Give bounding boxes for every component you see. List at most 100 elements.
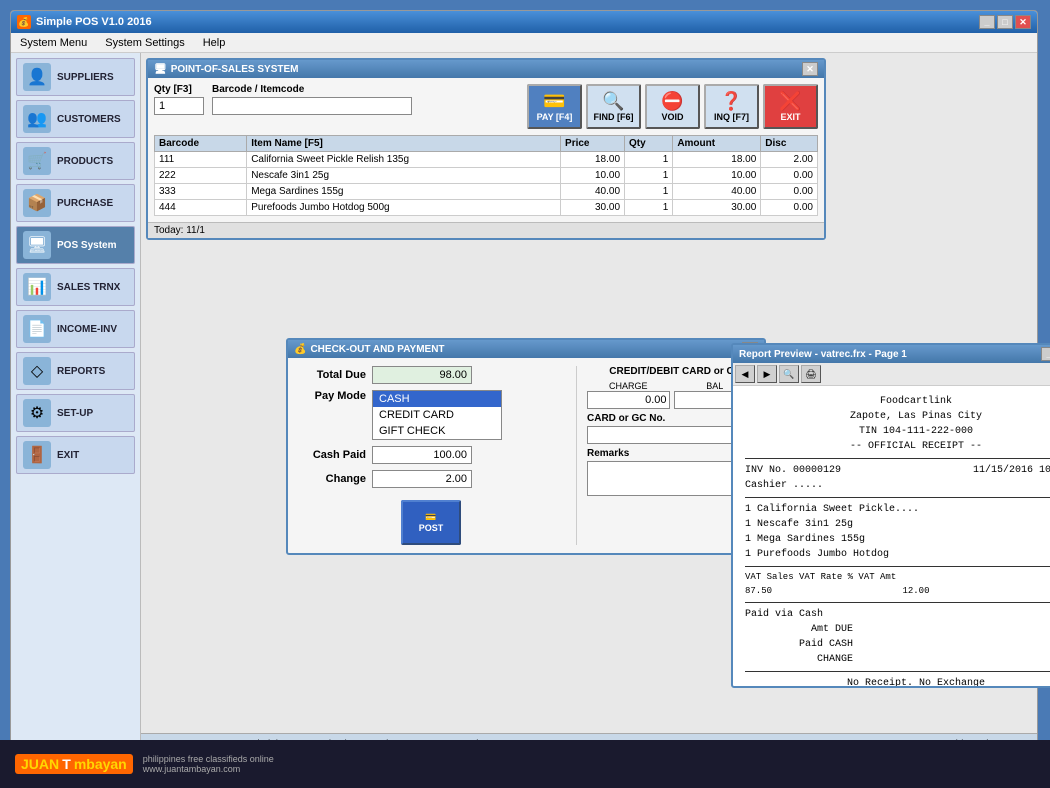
total-due-input[interactable] [372, 366, 472, 384]
menu-system[interactable]: System Menu [16, 36, 91, 50]
inq-button[interactable]: ❓ INQ [F7] [704, 84, 759, 129]
sidebar-item-purchase[interactable]: 📦 PURCHASE [16, 184, 135, 222]
sidebar-item-sales[interactable]: 📊 SALES TRNX [16, 268, 135, 306]
pay-mode-giftcheck[interactable]: GIFT CHECK [373, 423, 501, 439]
total-due-row: Total Due [296, 366, 566, 384]
report-scroll[interactable]: Foodcartlink Zapote, Las Pinas City TIN … [733, 386, 1050, 686]
col-barcode: Barcode [155, 136, 247, 152]
sidebar-item-income[interactable]: 📄 INCOME-INV [16, 310, 135, 348]
barcode-input[interactable] [212, 97, 412, 115]
pay-label: PAY [F4] [537, 112, 573, 122]
cell-price: 30.00 [561, 200, 625, 216]
sidebar-item-pos[interactable]: 🖥 POS System [16, 226, 135, 264]
sidebar-item-setup[interactable]: ⚙ SET-UP [16, 394, 135, 432]
cell-item: Nescafe 3in1 25g [247, 168, 561, 184]
pos-icon: 🖥 [23, 231, 51, 259]
total-due-label: Total Due [296, 369, 366, 381]
barcode-group: Barcode / Itemcode [212, 84, 412, 115]
checkout-right: CREDIT/DEBIT CARD or C CHARGE BAL CA [576, 366, 756, 545]
report-title-text: Report Preview - vatrec.frx - Page 1 [739, 349, 907, 360]
report-window: Report Preview - vatrec.frx - Page 1 _ □… [731, 343, 1050, 688]
report-zoom-btn[interactable]: 🔍 [779, 365, 799, 383]
post-label: POST [419, 523, 444, 533]
pay-button[interactable]: 💳 PAY [F4] [527, 84, 582, 129]
charge-input[interactable] [587, 391, 670, 409]
report-min-btn[interactable]: _ [1041, 347, 1050, 361]
void-icon: ⛔ [661, 92, 683, 110]
pos-close-btn[interactable]: ✕ [802, 62, 818, 76]
main-content: 👤 SUPPLIERS 👥 CUSTOMERS 🛒 PRODUCTS 📦 PUR… [11, 53, 1037, 755]
logo-sub2: www.juantambayan.com [143, 764, 274, 774]
exit-label: EXIT [57, 450, 79, 461]
pos-window: 🖥 POINT-OF-SALES SYSTEM ✕ Qty [F3] [146, 58, 826, 240]
sidebar-item-customers[interactable]: 👥 CUSTOMERS [16, 100, 135, 138]
purchase-icon: 📦 [23, 189, 51, 217]
cell-item: California Sweet Pickle Relish 135g [247, 152, 561, 168]
report-address: Zapote, Las Pinas City [745, 409, 1050, 424]
sidebar-item-suppliers[interactable]: 👤 SUPPLIERS [16, 58, 135, 96]
suppliers-label: SUPPLIERS [57, 72, 114, 83]
sales-label: SALES TRNX [57, 282, 120, 293]
maximize-button[interactable]: □ [997, 15, 1013, 29]
report-vat-rate: 12.00 [902, 585, 929, 599]
logo-brand: JUAN T mbayan [15, 754, 133, 774]
minimize-button[interactable]: _ [979, 15, 995, 29]
find-icon: 🔍 [602, 92, 624, 110]
cell-amount: 40.00 [673, 184, 761, 200]
exit-button[interactable]: ❌ EXIT [763, 84, 818, 129]
find-label: FIND [F6] [594, 112, 634, 122]
report-vat-row: 87.50 12.00 10.50 [745, 585, 1050, 599]
change-input[interactable] [372, 470, 472, 488]
cell-qty: 1 [625, 200, 673, 216]
report-inv-row: INV No. 00000129 11/15/2016 10:53:45 [745, 463, 1050, 478]
report-item-row: 1 Purefoods Jumbo Hotdog30.00 [745, 547, 1050, 562]
qty-input[interactable] [154, 97, 204, 115]
menu-settings[interactable]: System Settings [101, 36, 188, 50]
close-button[interactable]: ✕ [1015, 15, 1031, 29]
pay-mode-credit[interactable]: CREDIT CARD [373, 407, 501, 423]
report-toolbar: ◀ ▶ 🔍 🖨 [733, 363, 1050, 386]
bottom-logo-bar: JUAN T mbayan philippines free classifie… [0, 740, 1050, 788]
col-itemname: Item Name [F5] [247, 136, 561, 152]
cell-qty: 1 [625, 184, 673, 200]
menu-help[interactable]: Help [199, 36, 230, 50]
products-icon: 🛒 [23, 147, 51, 175]
pay-mode-dropdown[interactable]: CASH CREDIT CARD GIFT CHECK [372, 390, 502, 440]
report-tin: TIN 104-111-222-000 [745, 424, 1050, 439]
post-icon: 💳 [425, 512, 436, 523]
report-cashier: Cashier ..... [745, 478, 823, 493]
find-button[interactable]: 🔍 FIND [F6] [586, 84, 641, 129]
cell-barcode: 222 [155, 168, 247, 184]
report-item-row: 1 Nescafe 3in1 25g10.00 [745, 517, 1050, 532]
report-cashier-row: Cashier ..... SN [745, 478, 1050, 493]
sales-icon: 📊 [23, 273, 51, 301]
reports-icon: ◇ [23, 357, 51, 385]
report-company: Foodcartlink [745, 394, 1050, 409]
report-paid-via-row: Paid via Cash [745, 607, 1050, 622]
pay-mode-cash[interactable]: CASH [373, 391, 501, 407]
cell-disc: 0.00 [761, 184, 818, 200]
cell-amount: 18.00 [673, 152, 761, 168]
report-item-row: 1 California Sweet Pickle....18.00 [745, 502, 1050, 517]
table-row: 111 California Sweet Pickle Relish 135g … [155, 152, 818, 168]
pos-title-icon: 🖥 [154, 64, 167, 75]
logo-text: JUAN [21, 756, 59, 772]
checkout-title-text: CHECK-OUT AND PAYMENT [310, 344, 444, 355]
report-prev-btn[interactable]: ◀ [735, 365, 755, 383]
app-icon: 💰 [17, 15, 31, 29]
report-footer1: No Receipt. No Exchange [745, 676, 1050, 686]
sidebar-item-reports[interactable]: ◇ REPORTS [16, 352, 135, 390]
setup-icon: ⚙ [23, 399, 51, 427]
right-content: 🖥 POINT-OF-SALES SYSTEM ✕ Qty [F3] [141, 53, 1037, 755]
sidebar-item-products[interactable]: 🛒 PRODUCTS [16, 142, 135, 180]
void-button[interactable]: ⛔ VOID [645, 84, 700, 129]
report-vat-header: VAT Sales VAT Rate % VAT Amt [745, 571, 1050, 585]
report-print-btn[interactable]: 🖨 [801, 365, 821, 383]
sidebar-item-exit[interactable]: 🚪 EXIT [16, 436, 135, 474]
cash-paid-input[interactable] [372, 446, 472, 464]
cash-paid-row: Cash Paid [296, 446, 566, 464]
report-next-btn[interactable]: ▶ [757, 365, 777, 383]
report-items: 1 California Sweet Pickle....18.001 Nesc… [745, 502, 1050, 562]
post-button[interactable]: 💳 POST [401, 500, 461, 545]
col-disc: Disc [761, 136, 818, 152]
